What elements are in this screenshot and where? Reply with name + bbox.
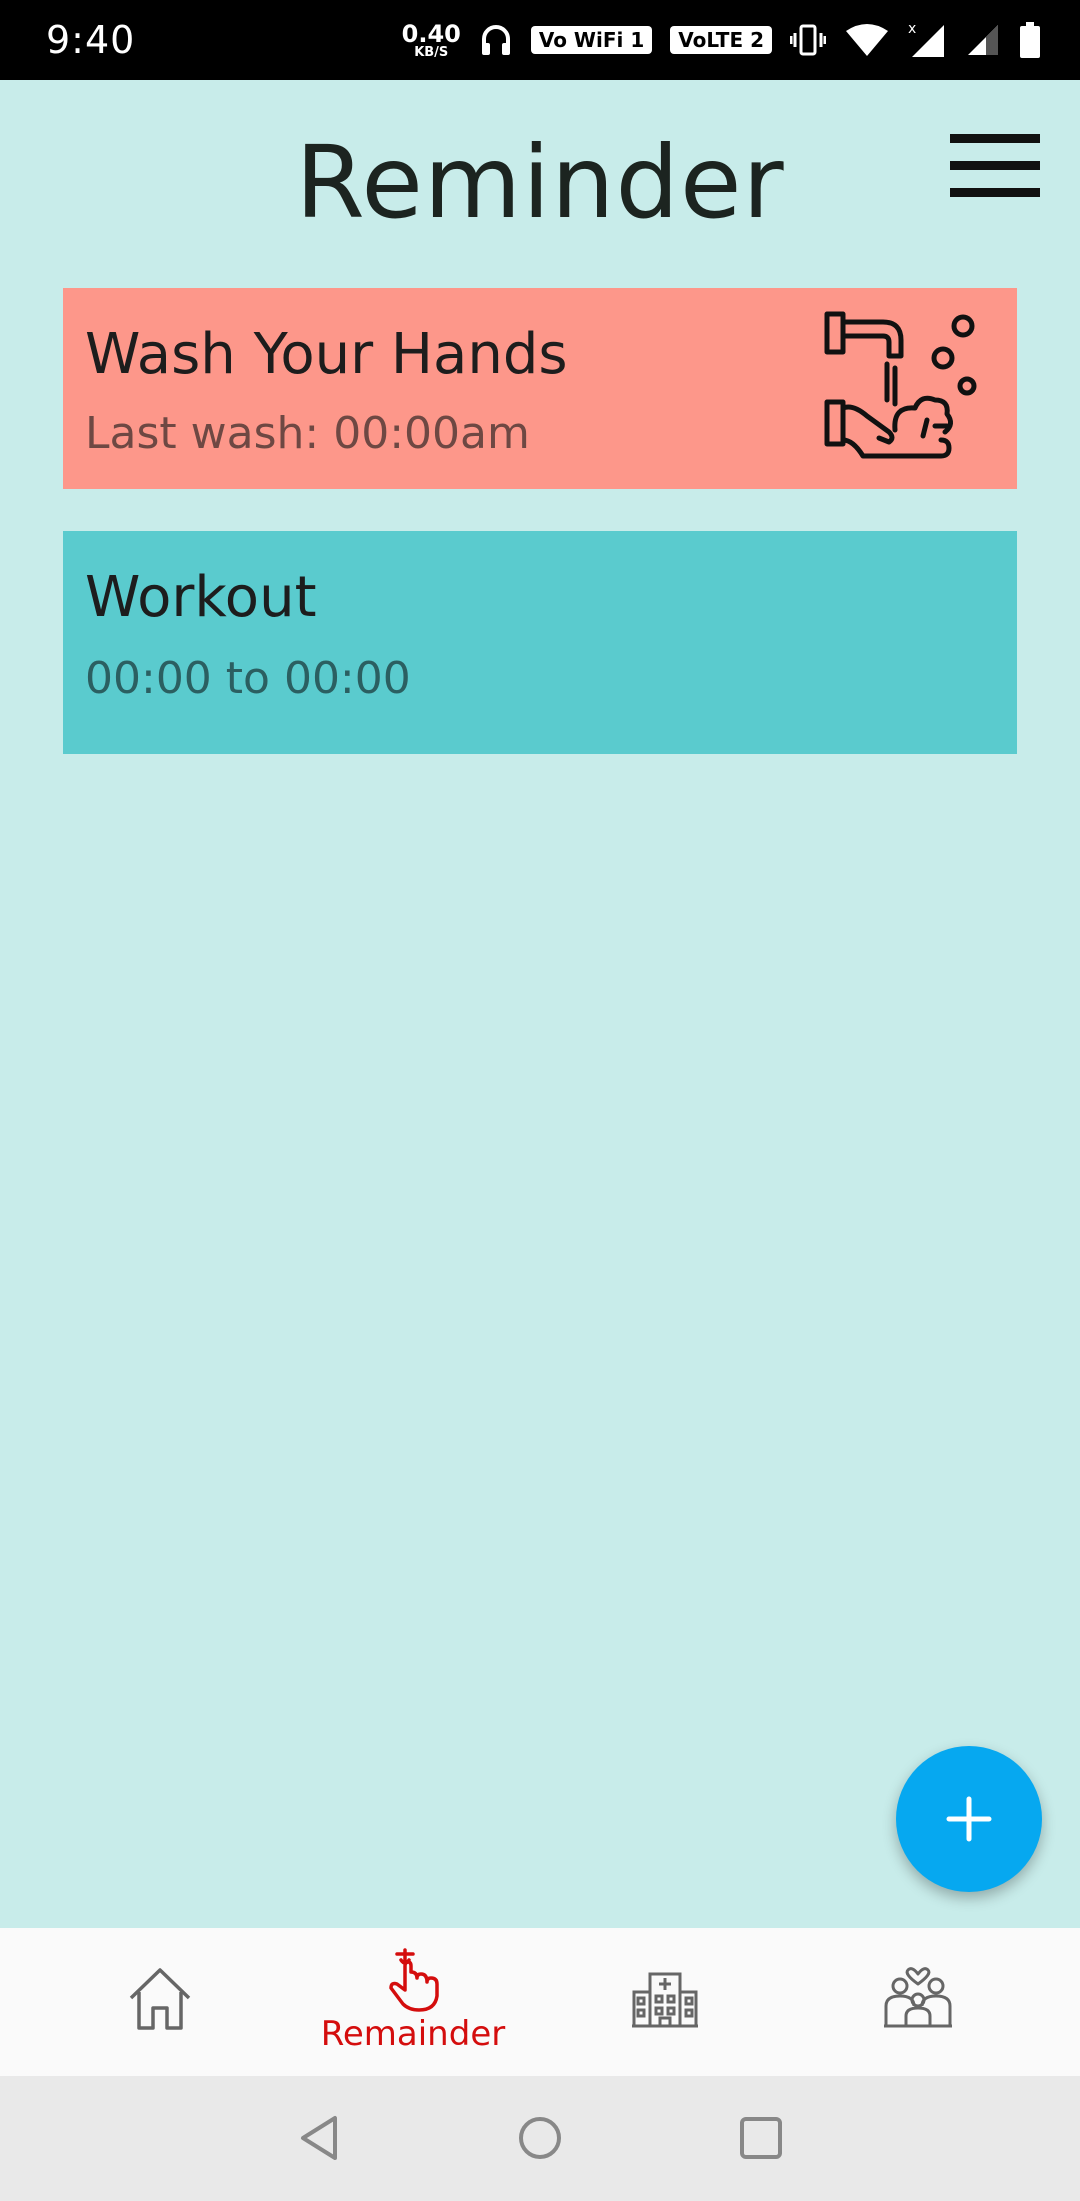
- status-time: 9:40: [46, 18, 136, 62]
- card-title: Workout: [85, 565, 317, 630]
- battery-icon: [1020, 22, 1040, 58]
- workout-card[interactable]: Workout 00:00 to 00:00: [63, 531, 1017, 754]
- reminder-finger-icon: [389, 1948, 439, 2012]
- menu-icon-bar: [950, 188, 1040, 197]
- hand-wash-icon: [824, 311, 977, 459]
- home-circle-icon: [519, 2117, 561, 2159]
- header: Reminder: [0, 80, 1080, 280]
- menu-icon-bar: [950, 161, 1040, 170]
- svg-text:x: x: [908, 21, 916, 37]
- family-icon: [884, 1967, 952, 2028]
- system-home-button[interactable]: [508, 2106, 572, 2170]
- cellular-signal-1-icon: x: [908, 21, 944, 57]
- status-bar: 9:40 0.40 KB/S Vo WiFi 1 VoLTE 2 x: [0, 0, 1080, 80]
- vibrate-icon: [790, 24, 826, 56]
- network-speed-unit: KB/S: [414, 44, 449, 60]
- menu-button[interactable]: [950, 134, 1040, 198]
- recents-square-icon: [740, 2117, 782, 2159]
- cellular-signal-2-icon: [968, 25, 998, 55]
- wifi-icon: [846, 24, 888, 56]
- card-title: Wash Your Hands: [85, 322, 568, 387]
- nav-family[interactable]: [793, 1928, 1043, 2076]
- back-triangle-icon: [301, 2116, 337, 2160]
- card-subtitle: 00:00 to 00:00: [85, 653, 411, 704]
- nav-reminder[interactable]: Remainder: [288, 1928, 538, 2076]
- system-back-button[interactable]: [289, 2106, 353, 2170]
- nav-reminder-label: Remainder: [320, 2014, 506, 2054]
- plus-icon: [946, 1796, 992, 1842]
- card-subtitle: Last wash: 00:00am: [85, 408, 530, 459]
- wash-hands-card[interactable]: Wash Your Hands Last wash: 00:00am: [63, 288, 1017, 489]
- menu-icon: [950, 134, 1040, 143]
- bottom-navigation: Remainder: [0, 1928, 1080, 2076]
- nav-hospital[interactable]: [540, 1928, 790, 2076]
- network-speed: 0.40 KB/S: [402, 22, 461, 59]
- wifi-calling-badge: Vo WiFi 1: [530, 26, 653, 54]
- add-reminder-button[interactable]: [896, 1746, 1042, 1892]
- headphones-icon: [481, 25, 510, 55]
- volte-badge: VoLTE 2: [670, 26, 772, 54]
- nav-home[interactable]: [35, 1928, 285, 2076]
- hospital-icon: [632, 1972, 698, 2028]
- page-title: Reminder: [295, 124, 785, 241]
- system-recents-button[interactable]: [729, 2106, 793, 2170]
- home-icon: [129, 1968, 191, 2030]
- system-navigation-bar: [0, 2076, 1080, 2201]
- network-speed-value: 0.40: [401, 19, 461, 48]
- status-icons: 0.40 KB/S Vo WiFi 1 VoLTE 2 x: [402, 14, 1040, 66]
